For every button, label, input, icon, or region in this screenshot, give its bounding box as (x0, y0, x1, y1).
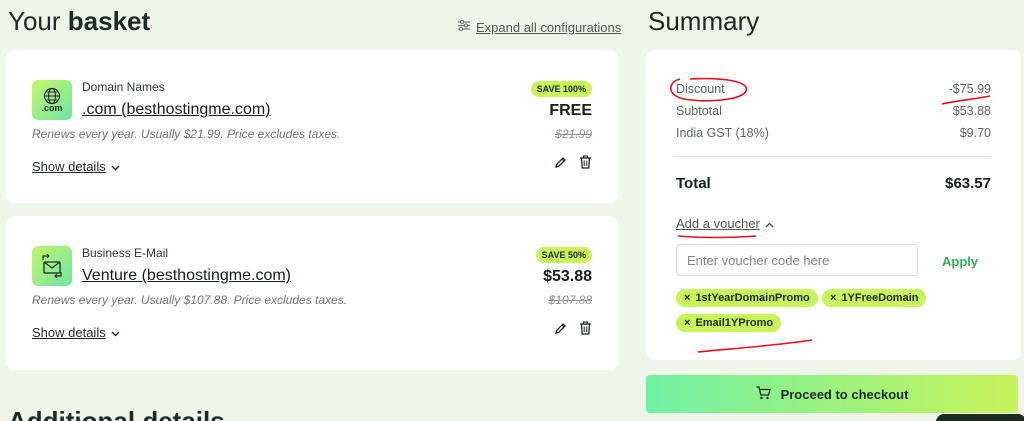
voucher-chip: × 1stYearDomainPromo (676, 289, 818, 307)
item-category: Domain Names (82, 80, 165, 94)
expand-all-label: Expand all configurations (476, 19, 622, 35)
summary-row-value: $9.70 (959, 126, 991, 140)
show-details-label: Show details (32, 159, 106, 174)
dotcom-icon: .com (32, 80, 72, 120)
bottom-widget (936, 414, 1024, 421)
voucher-chip-label: Email1YPromo (695, 317, 774, 329)
basket-item-domain: .com Domain Names .com (besthostingme.co… (6, 50, 618, 203)
voucher-chip: × 1YFreeDomain (822, 289, 927, 307)
show-details-label: Show details (32, 325, 106, 340)
summary-total: Total $63.57 (676, 175, 991, 192)
basket-item-email: Business E-Mail Venture (besthostingme.c… (6, 216, 618, 370)
voucher-chip: × Email1YPromo (676, 314, 782, 332)
item-actions (554, 155, 592, 174)
email-swap-icon (32, 246, 72, 286)
save-badge: SAVE 50% (535, 247, 592, 263)
item-category: Business E-Mail (82, 246, 169, 260)
proceed-to-checkout-button[interactable]: Proceed to checkout (646, 375, 1018, 413)
chevron-down-icon (111, 325, 120, 340)
trash-icon[interactable] (579, 321, 592, 340)
additional-details-heading: Additional details (8, 406, 225, 421)
voucher-chip-label: 1stYearDomainPromo (695, 292, 810, 304)
show-details-toggle[interactable]: Show details (32, 159, 120, 174)
item-price: $53.88 (543, 268, 592, 285)
item-old-price: $21.99 (555, 127, 592, 141)
summary-title: Summary (648, 6, 760, 36)
chevron-up-icon (765, 216, 774, 231)
summary-row-value: -$75.99 (948, 82, 991, 96)
summary-row-discount: Discount -$75.99 (676, 82, 991, 96)
basket-title: Your basket (8, 6, 150, 37)
total-value: $63.57 (945, 175, 991, 192)
total-label: Total (676, 175, 711, 192)
basket-title-prefix: Your (8, 6, 68, 36)
item-name-link[interactable]: Venture (besthostingme.com) (82, 267, 291, 285)
item-price: FREE (549, 102, 592, 119)
save-badge: SAVE 100% (530, 81, 592, 97)
checkout-label: Proceed to checkout (780, 386, 909, 402)
summary-divider (676, 156, 991, 157)
show-details-toggle[interactable]: Show details (32, 325, 120, 340)
expand-all-configurations[interactable]: Expand all configurations (458, 18, 621, 36)
item-renew-text: Renews every year. Usually $107.88. Pric… (32, 293, 348, 307)
add-voucher-label: Add a voucher (676, 216, 760, 231)
apply-voucher-button[interactable]: Apply (942, 254, 978, 269)
basket-title-bold: basket (67, 6, 151, 36)
summary-row-gst: India GST (18%) $9.70 (676, 126, 991, 140)
summary-row-subtotal: Subtotal $53.88 (676, 104, 991, 118)
add-voucher-toggle[interactable]: Add a voucher (676, 216, 774, 231)
summary-row-value: $53.88 (952, 104, 991, 118)
trash-icon[interactable] (579, 155, 592, 174)
remove-chip-icon[interactable]: × (830, 292, 836, 304)
remove-chip-icon[interactable]: × (684, 317, 690, 329)
summary-row-label: Discount (676, 82, 725, 96)
sliders-icon (458, 18, 470, 36)
item-actions (554, 321, 592, 340)
edit-icon[interactable] (554, 322, 567, 340)
remove-chip-icon[interactable]: × (684, 292, 690, 304)
voucher-chip-label: 1YFreeDomain (841, 292, 919, 304)
item-name-link[interactable]: .com (besthostingme.com) (82, 101, 271, 119)
voucher-code-input[interactable] (676, 244, 918, 276)
summary-row-label: Subtotal (676, 104, 722, 118)
edit-icon[interactable] (554, 156, 567, 174)
summary-card: Discount -$75.99 Subtotal $53.88 India G… (646, 50, 1021, 360)
item-old-price: $107.88 (548, 293, 592, 307)
item-renew-text: Renews every year. Usually $21.99. Price… (32, 127, 341, 141)
cart-icon (756, 385, 771, 403)
dotcom-icon-text: .com (41, 103, 63, 113)
summary-row-label: India GST (18%) (676, 126, 769, 140)
chevron-down-icon (111, 159, 120, 174)
